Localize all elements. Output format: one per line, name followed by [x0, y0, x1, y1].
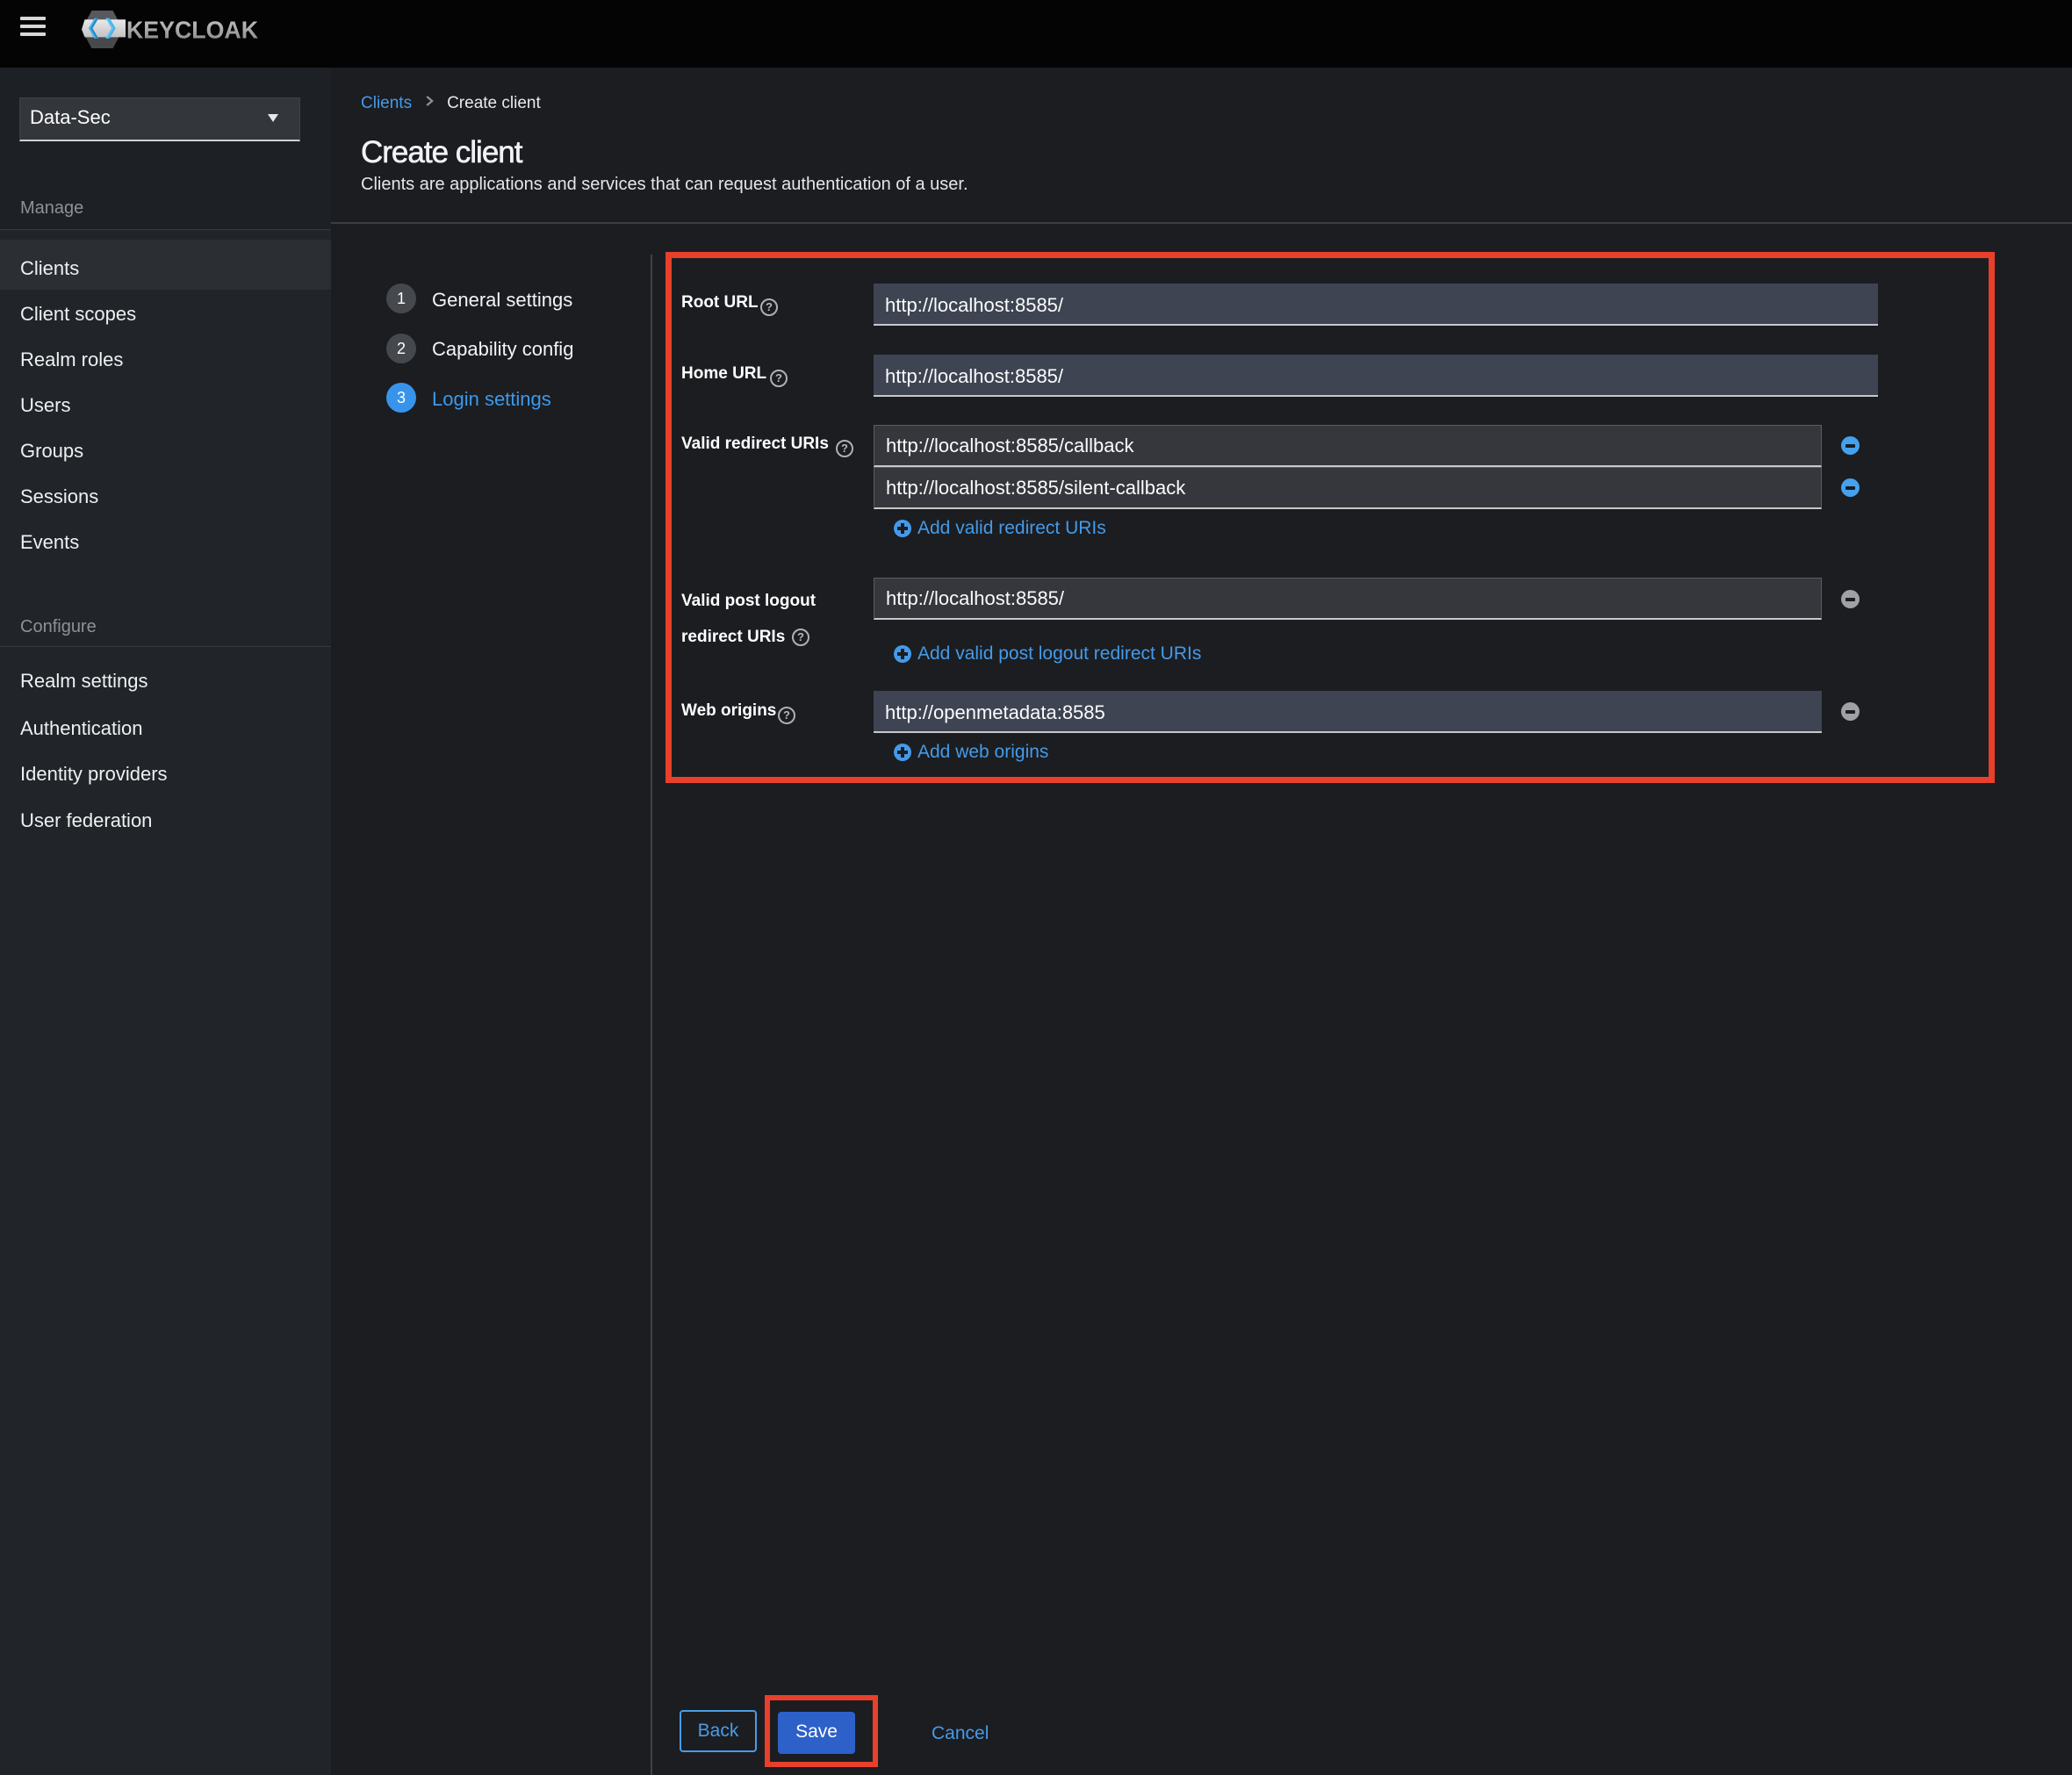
svg-text:KEYCLOAK: KEYCLOAK	[126, 17, 258, 44]
